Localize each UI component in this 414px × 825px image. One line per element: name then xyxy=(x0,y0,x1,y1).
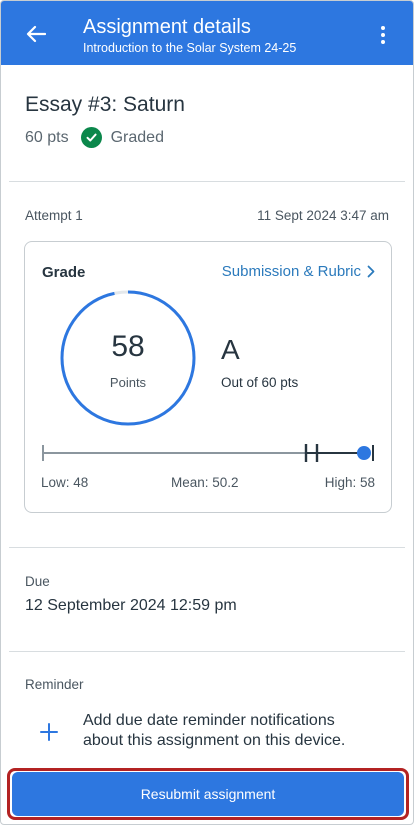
score-range-plot xyxy=(42,444,374,462)
chevron-right-icon xyxy=(367,265,375,278)
high-score: High: 58 xyxy=(324,475,375,490)
submission-rubric-link[interactable]: Submission & Rubric xyxy=(222,263,375,280)
back-button[interactable] xyxy=(21,19,51,49)
resubmit-label: Resubmit assignment xyxy=(140,786,276,802)
grade-card: Grade Submission & Rubric 58 Points A Ou… xyxy=(24,241,392,513)
due-date: 12 September 2024 12:59 pm xyxy=(25,597,237,614)
attempt-label: Attempt 1 xyxy=(25,208,83,223)
app-bar: Assignment details Introduction to the S… xyxy=(1,1,413,65)
assignment-details-screen: Assignment details Introduction to the S… xyxy=(0,0,414,825)
check-circle-icon xyxy=(80,127,102,148)
add-reminder-button[interactable]: Add due date reminder notifications abou… xyxy=(37,711,377,751)
mean-score: Mean: 50.2 xyxy=(171,475,239,490)
more-vertical-icon xyxy=(381,26,385,30)
plus-icon xyxy=(40,723,58,741)
reminder-label: Reminder xyxy=(25,677,84,692)
letter-grade: A xyxy=(221,334,240,365)
divider xyxy=(9,651,405,652)
your-score-marker xyxy=(357,446,371,460)
assignment-meta: 60 pts Graded xyxy=(25,127,164,148)
app-bar-titles: Assignment details Introduction to the S… xyxy=(83,15,296,56)
due-label: Due xyxy=(25,574,50,589)
divider xyxy=(9,181,405,182)
assignment-title: Essay #3: Saturn xyxy=(25,93,185,116)
more-options-button[interactable] xyxy=(371,21,395,49)
resubmit-assignment-button[interactable]: Resubmit assignment xyxy=(12,772,404,816)
reminder-text: Add due date reminder notifications abou… xyxy=(83,712,346,749)
points-value: 58 xyxy=(111,330,145,363)
points-label: Points xyxy=(109,375,147,390)
arrow-left-icon xyxy=(26,25,46,43)
divider xyxy=(9,547,405,548)
assignment-points: 60 pts xyxy=(25,128,69,146)
attempt-date: 11 Sept 2024 3:47 am xyxy=(257,208,389,223)
status-badge: Graded xyxy=(110,128,164,146)
grade-label: Grade xyxy=(42,264,86,281)
page-title: Assignment details xyxy=(83,16,251,38)
submission-rubric-label: Submission & Rubric xyxy=(221,263,361,280)
out-of-label: Out of 60 pts xyxy=(221,375,299,390)
low-score: Low: 48 xyxy=(41,475,89,490)
course-subtitle: Introduction to the Solar System 24-25 xyxy=(83,41,297,55)
